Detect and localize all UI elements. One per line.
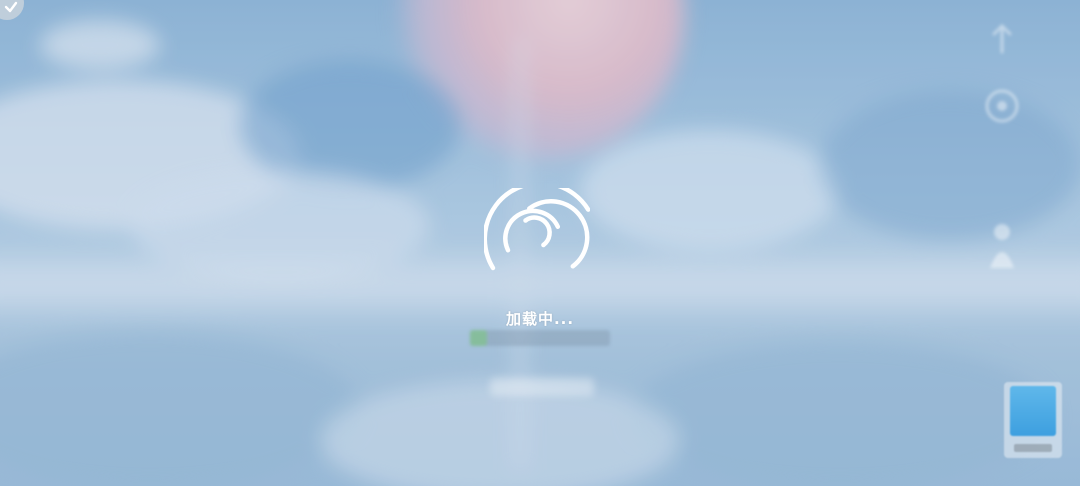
loading-progress-bar: [470, 330, 610, 346]
settings-icon[interactable]: [982, 86, 1022, 126]
loading-spinner-icon: [484, 188, 590, 271]
blurred-caption: [490, 378, 594, 396]
character-icon[interactable]: [982, 218, 1022, 278]
loading-screen: 加载中...: [0, 0, 1080, 486]
bottom-right-widget[interactable]: [1004, 382, 1062, 458]
upload-icon[interactable]: [982, 20, 1022, 60]
widget-preview: [1010, 386, 1056, 436]
widget-label: [1014, 444, 1052, 452]
loading-progress-fill: [470, 330, 487, 346]
loading-label: 加载中...: [505, 310, 575, 328]
